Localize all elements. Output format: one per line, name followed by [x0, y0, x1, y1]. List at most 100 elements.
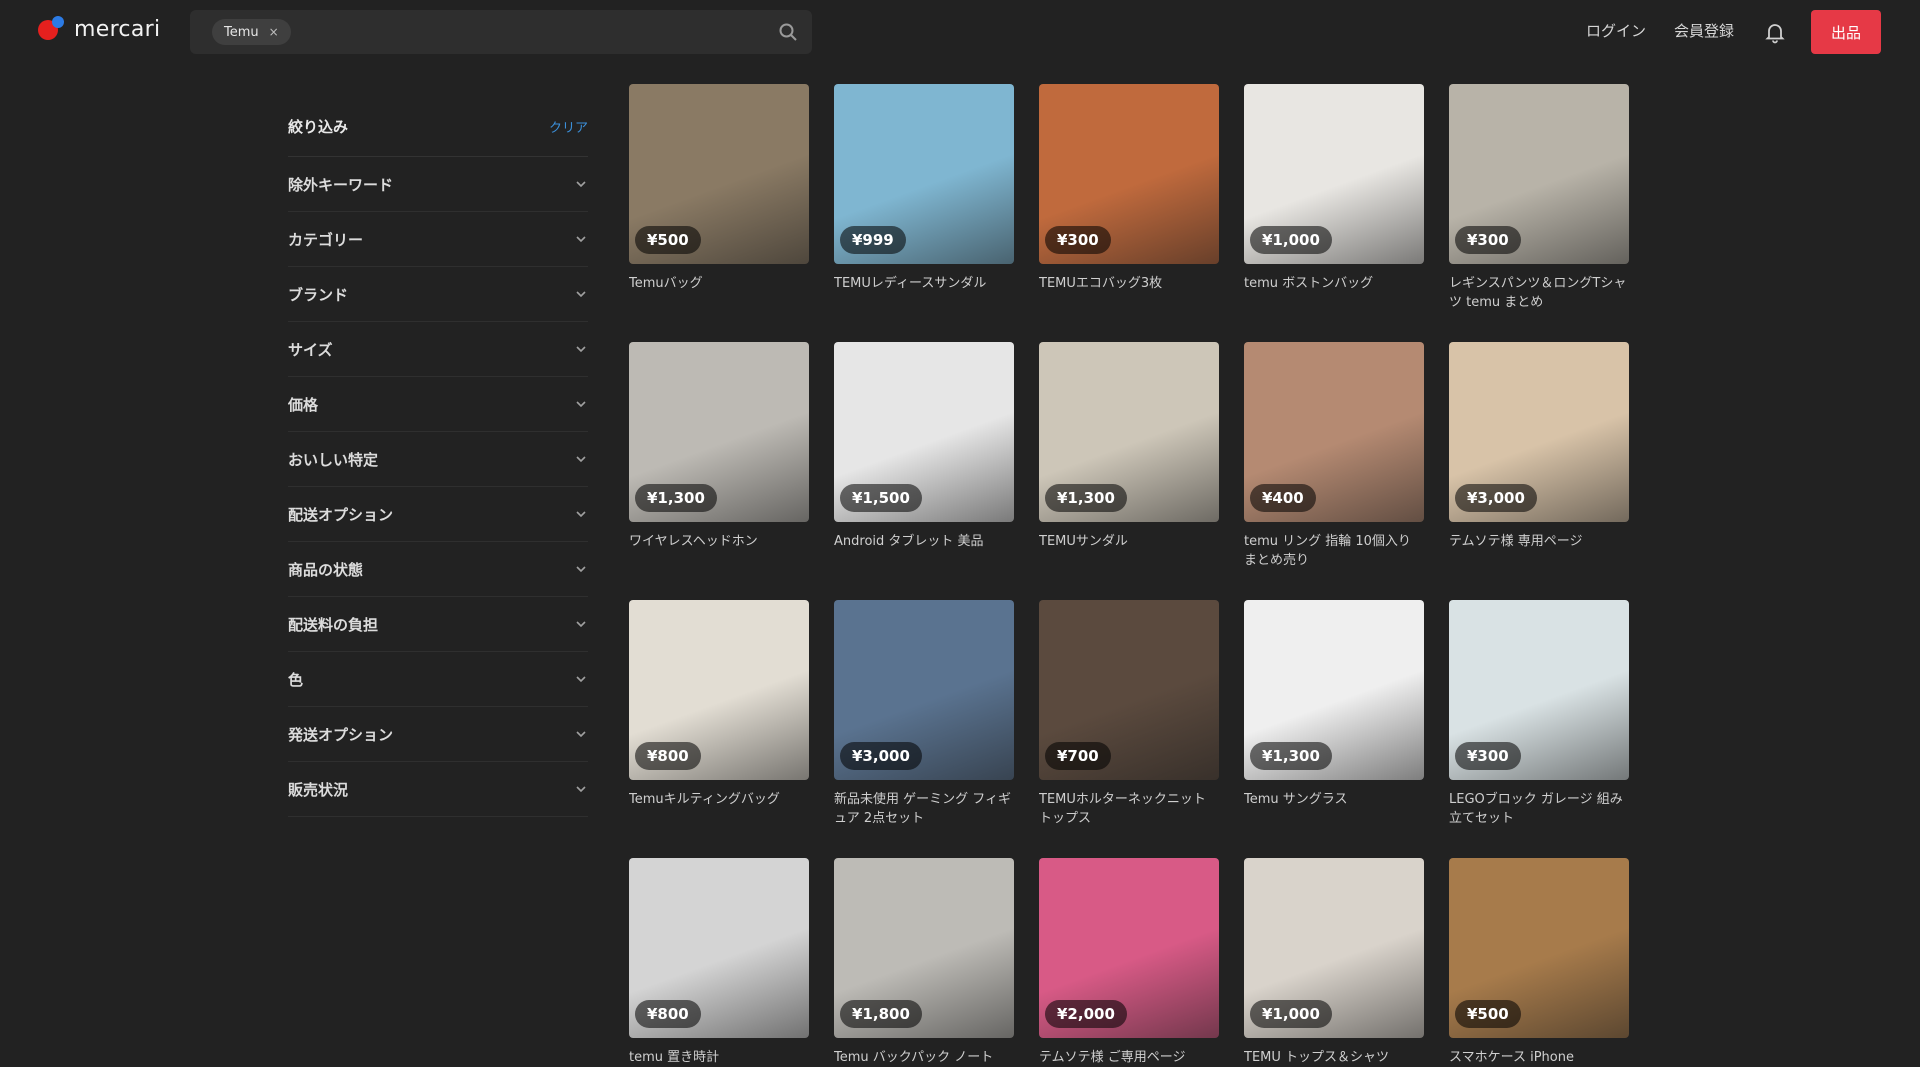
- product-image[interactable]: ¥800: [629, 858, 809, 1038]
- filter-row[interactable]: おいしい特定: [288, 432, 588, 487]
- product-title[interactable]: TEMU トップス＆シャツ: [1244, 1048, 1424, 1067]
- product-image[interactable]: ¥500: [629, 84, 809, 264]
- product-image[interactable]: ¥2,000: [1039, 858, 1219, 1038]
- filter-row[interactable]: 配送オプション: [288, 487, 588, 542]
- product-title[interactable]: Temuキルティングバッグ: [629, 790, 809, 809]
- product-image[interactable]: ¥3,000: [1449, 342, 1629, 522]
- product-card[interactable]: ¥300 TEMUエコバッグ3枚: [1039, 84, 1219, 293]
- product-title[interactable]: temu リング 指輪 10個入り まとめ売り: [1244, 532, 1424, 570]
- filter-row[interactable]: 色: [288, 652, 588, 707]
- price-badge: ¥500: [635, 226, 701, 254]
- filter-label: 配送オプション: [288, 505, 394, 524]
- product-title[interactable]: TEMUレディースサンダル: [834, 274, 1014, 293]
- filter-label: サイズ: [288, 340, 333, 359]
- notification-bell-icon[interactable]: [1763, 20, 1787, 44]
- product-card[interactable]: ¥300 LEGOブロック ガレージ 組み立てセット: [1449, 600, 1629, 828]
- product-title[interactable]: ワイヤレスヘッドホン: [629, 532, 809, 551]
- product-card[interactable]: ¥3,000 テムソテ様 専用ページ: [1449, 342, 1629, 551]
- product-image[interactable]: ¥1,000: [1244, 858, 1424, 1038]
- filter-row[interactable]: 発送オプション: [288, 707, 588, 762]
- price-badge: ¥3,000: [1455, 484, 1537, 512]
- price-badge: ¥300: [1045, 226, 1111, 254]
- product-title[interactable]: TEMUサンダル: [1039, 532, 1219, 551]
- product-card[interactable]: ¥1,300 Temu サングラス: [1244, 600, 1424, 809]
- chevron-down-icon: [576, 566, 586, 573]
- clear-filters-link[interactable]: クリア: [549, 117, 588, 136]
- product-title[interactable]: TEMUホルターネックニット トップス: [1039, 790, 1219, 828]
- price-badge: ¥1,300: [635, 484, 717, 512]
- product-image[interactable]: ¥300: [1449, 600, 1629, 780]
- product-image[interactable]: ¥1,300: [629, 342, 809, 522]
- product-title[interactable]: Temu バックパック ノート: [834, 1048, 1014, 1067]
- product-title[interactable]: テムソテ様 ご専用ページ: [1039, 1048, 1219, 1067]
- product-image[interactable]: ¥800: [629, 600, 809, 780]
- product-card[interactable]: ¥999 TEMUレディースサンダル: [834, 84, 1014, 293]
- login-link[interactable]: ログイン: [1586, 20, 1646, 41]
- signup-link[interactable]: 会員登録: [1674, 20, 1734, 41]
- product-title[interactable]: Temuバッグ: [629, 274, 809, 293]
- chevron-down-icon: [576, 511, 586, 518]
- filter-row[interactable]: 除外キーワード: [288, 157, 588, 212]
- filter-row[interactable]: 販売状況: [288, 762, 588, 817]
- chip-label: Temu: [224, 24, 259, 40]
- product-card[interactable]: ¥400 temu リング 指輪 10個入り まとめ売り: [1244, 342, 1424, 570]
- product-title[interactable]: Android タブレット 美品: [834, 532, 1014, 551]
- product-image[interactable]: ¥300: [1039, 84, 1219, 264]
- filter-row[interactable]: サイズ: [288, 322, 588, 377]
- product-card[interactable]: ¥800 Temuキルティングバッグ: [629, 600, 809, 809]
- product-title[interactable]: TEMUエコバッグ3枚: [1039, 274, 1219, 293]
- search-icon[interactable]: [778, 22, 798, 42]
- product-card[interactable]: ¥1,500 Android タブレット 美品: [834, 342, 1014, 551]
- product-image[interactable]: ¥3,000: [834, 600, 1014, 780]
- product-image[interactable]: ¥1,500: [834, 342, 1014, 522]
- filter-row[interactable]: 配送料の負担: [288, 597, 588, 652]
- filter-row[interactable]: 価格: [288, 377, 588, 432]
- product-title[interactable]: レギンスパンツ＆ロングTシャツ temu まとめ: [1449, 274, 1629, 312]
- product-card[interactable]: ¥500 スマホケース iPhone: [1449, 858, 1629, 1067]
- price-badge: ¥1,300: [1250, 742, 1332, 770]
- product-card[interactable]: ¥1,300 ワイヤレスヘッドホン: [629, 342, 809, 551]
- product-image[interactable]: ¥400: [1244, 342, 1424, 522]
- product-card[interactable]: ¥3,000 新品未使用 ゲーミング フィギュア 2点セット: [834, 600, 1014, 828]
- mercari-logo[interactable]: mercari: [38, 14, 160, 44]
- chevron-down-icon: [576, 621, 586, 628]
- product-title[interactable]: Temu サングラス: [1244, 790, 1424, 809]
- product-title[interactable]: テムソテ様 専用ページ: [1449, 532, 1629, 551]
- filter-row[interactable]: ブランド: [288, 267, 588, 322]
- search-keyword-chip[interactable]: Temu ×: [212, 19, 291, 45]
- product-image[interactable]: ¥500: [1449, 858, 1629, 1038]
- product-card[interactable]: ¥800 temu 置き時計: [629, 858, 809, 1067]
- product-card[interactable]: ¥1,300 TEMUサンダル: [1039, 342, 1219, 551]
- product-image[interactable]: ¥700: [1039, 600, 1219, 780]
- filter-row[interactable]: 商品の状態: [288, 542, 588, 597]
- product-image[interactable]: ¥1,800: [834, 858, 1014, 1038]
- product-title[interactable]: temu 置き時計: [629, 1048, 809, 1067]
- product-card[interactable]: ¥1,000 temu ボストンバッグ: [1244, 84, 1424, 293]
- filter-label: カテゴリー: [288, 230, 364, 249]
- filter-label: 除外キーワード: [288, 175, 394, 194]
- product-image[interactable]: ¥300: [1449, 84, 1629, 264]
- product-title[interactable]: 新品未使用 ゲーミング フィギュア 2点セット: [834, 790, 1014, 828]
- product-title[interactable]: LEGOブロック ガレージ 組み立てセット: [1449, 790, 1629, 828]
- product-card[interactable]: ¥1,800 Temu バックパック ノート: [834, 858, 1014, 1067]
- chip-close-icon[interactable]: ×: [269, 25, 279, 39]
- product-image[interactable]: ¥999: [834, 84, 1014, 264]
- product-title[interactable]: temu ボストンバッグ: [1244, 274, 1424, 293]
- filter-label: 商品の状態: [288, 560, 364, 579]
- product-card[interactable]: ¥300 レギンスパンツ＆ロングTシャツ temu まとめ: [1449, 84, 1629, 312]
- product-card[interactable]: ¥2,000 テムソテ様 ご専用ページ: [1039, 858, 1219, 1067]
- filter-row[interactable]: カテゴリー: [288, 212, 588, 267]
- chevron-down-icon: [576, 346, 586, 353]
- sell-button[interactable]: 出品: [1811, 10, 1881, 54]
- price-badge: ¥300: [1455, 742, 1521, 770]
- product-card[interactable]: ¥1,000 TEMU トップス＆シャツ: [1244, 858, 1424, 1067]
- product-image[interactable]: ¥1,000: [1244, 84, 1424, 264]
- product-image[interactable]: ¥1,300: [1244, 600, 1424, 780]
- product-image[interactable]: ¥1,300: [1039, 342, 1219, 522]
- search-bar[interactable]: Temu ×: [190, 10, 812, 54]
- product-card[interactable]: ¥700 TEMUホルターネックニット トップス: [1039, 600, 1219, 828]
- chevron-down-icon: [576, 181, 586, 188]
- filter-header: 絞り込み クリア: [288, 96, 588, 157]
- product-title[interactable]: スマホケース iPhone: [1449, 1048, 1629, 1067]
- product-card[interactable]: ¥500 Temuバッグ: [629, 84, 809, 293]
